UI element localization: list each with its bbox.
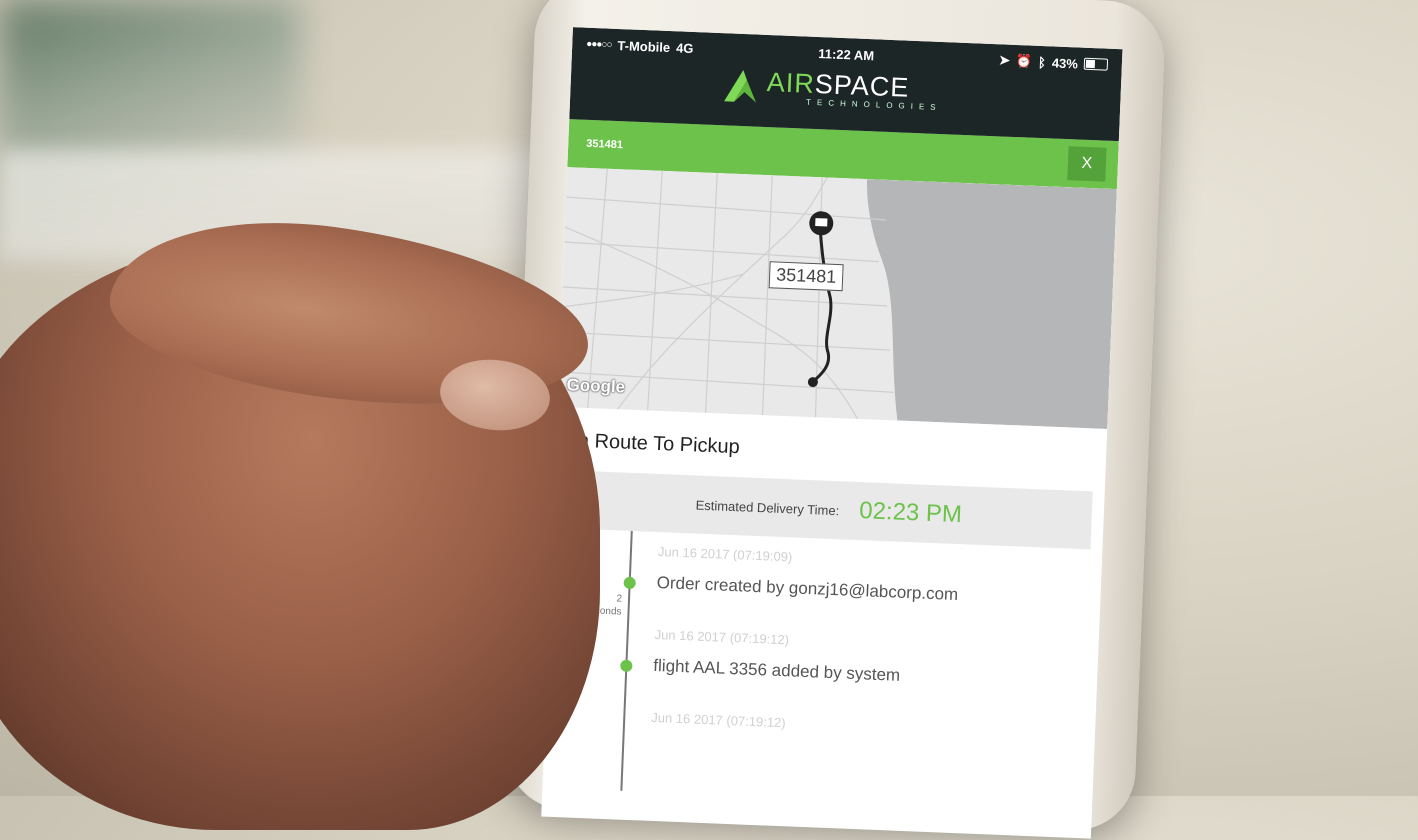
timeline-date: Jun 16 2017 (07:19:12)	[651, 709, 786, 731]
phone-screen: ●●●○○ T-Mobile 4G 11:22 AM ➤ ⏰ ᛒ 43% AIR…	[541, 27, 1123, 839]
timeline-dot	[620, 659, 633, 673]
phone-device: ●●●○○ T-Mobile 4G 11:22 AM ➤ ⏰ ᛒ 43% AIR…	[503, 0, 1167, 839]
close-button[interactable]: X	[1067, 146, 1107, 182]
map-pin-label: 351481	[768, 261, 844, 292]
timeline-text: flight AAL 3356 added by system	[653, 655, 901, 685]
status-left: ●●●○○ T-Mobile 4G	[586, 36, 694, 55]
network-type: 4G	[675, 39, 694, 56]
location-icon: ➤	[998, 52, 1011, 68]
eta-label: Estimated Delivery Time:	[695, 496, 840, 518]
timeline-date: Jun 16 2017 (07:19:09)	[657, 544, 793, 565]
timeline-dot	[623, 576, 636, 590]
delivery-status-title: In Route To Pickup	[571, 429, 741, 459]
brand-logo: AIRSPACE TECHNOLOGIES	[720, 65, 943, 114]
order-id: 351481	[586, 137, 624, 152]
map-canvas	[559, 168, 1117, 429]
order-details: In Route To Pickup Estimated Delivery Ti…	[545, 407, 1107, 791]
eta-box: Estimated Delivery Time: 02:23 PM	[564, 470, 1093, 550]
battery-icon	[1083, 57, 1109, 71]
status-bar: ●●●○○ T-Mobile 4G 11:22 AM ➤ ⏰ ᛒ 43%	[572, 27, 1123, 73]
event-timeline: Jun 16 2017 (07:19:09) Order created by …	[561, 530, 1086, 791]
brand-name: AIRSPACE	[766, 67, 910, 103]
signal-icon: ●●●○○	[586, 38, 612, 51]
timeline-item: Jun 16 2017 (07:19:12)	[651, 710, 1079, 742]
google-attribution: Google	[566, 375, 626, 397]
timeline-item: Jun 16 2017 (07:19:09) Order created by …	[582, 544, 1086, 618]
logo-mark-icon	[724, 70, 757, 103]
battery-percent: 43%	[1051, 54, 1079, 71]
clock: 11:22 AM	[818, 45, 875, 63]
eta-time: 02:23 PM	[858, 497, 963, 529]
bluetooth-icon: ᛒ	[1037, 54, 1047, 70]
route-map[interactable]: 351481 Google	[557, 167, 1117, 429]
alarm-icon: ⏰	[1015, 52, 1033, 69]
timeline-date: Jun 16 2017 (07:19:12)	[654, 626, 790, 648]
carrier-name: T-Mobile	[617, 37, 671, 55]
timeline-text: Order created by gonzj16@labcorp.com	[656, 572, 959, 605]
timeline-item: Jun 16 2017 (07:19:12) flight AAL 3356 a…	[620, 626, 1083, 693]
status-right: ➤ ⏰ ᛒ 43%	[998, 52, 1109, 72]
